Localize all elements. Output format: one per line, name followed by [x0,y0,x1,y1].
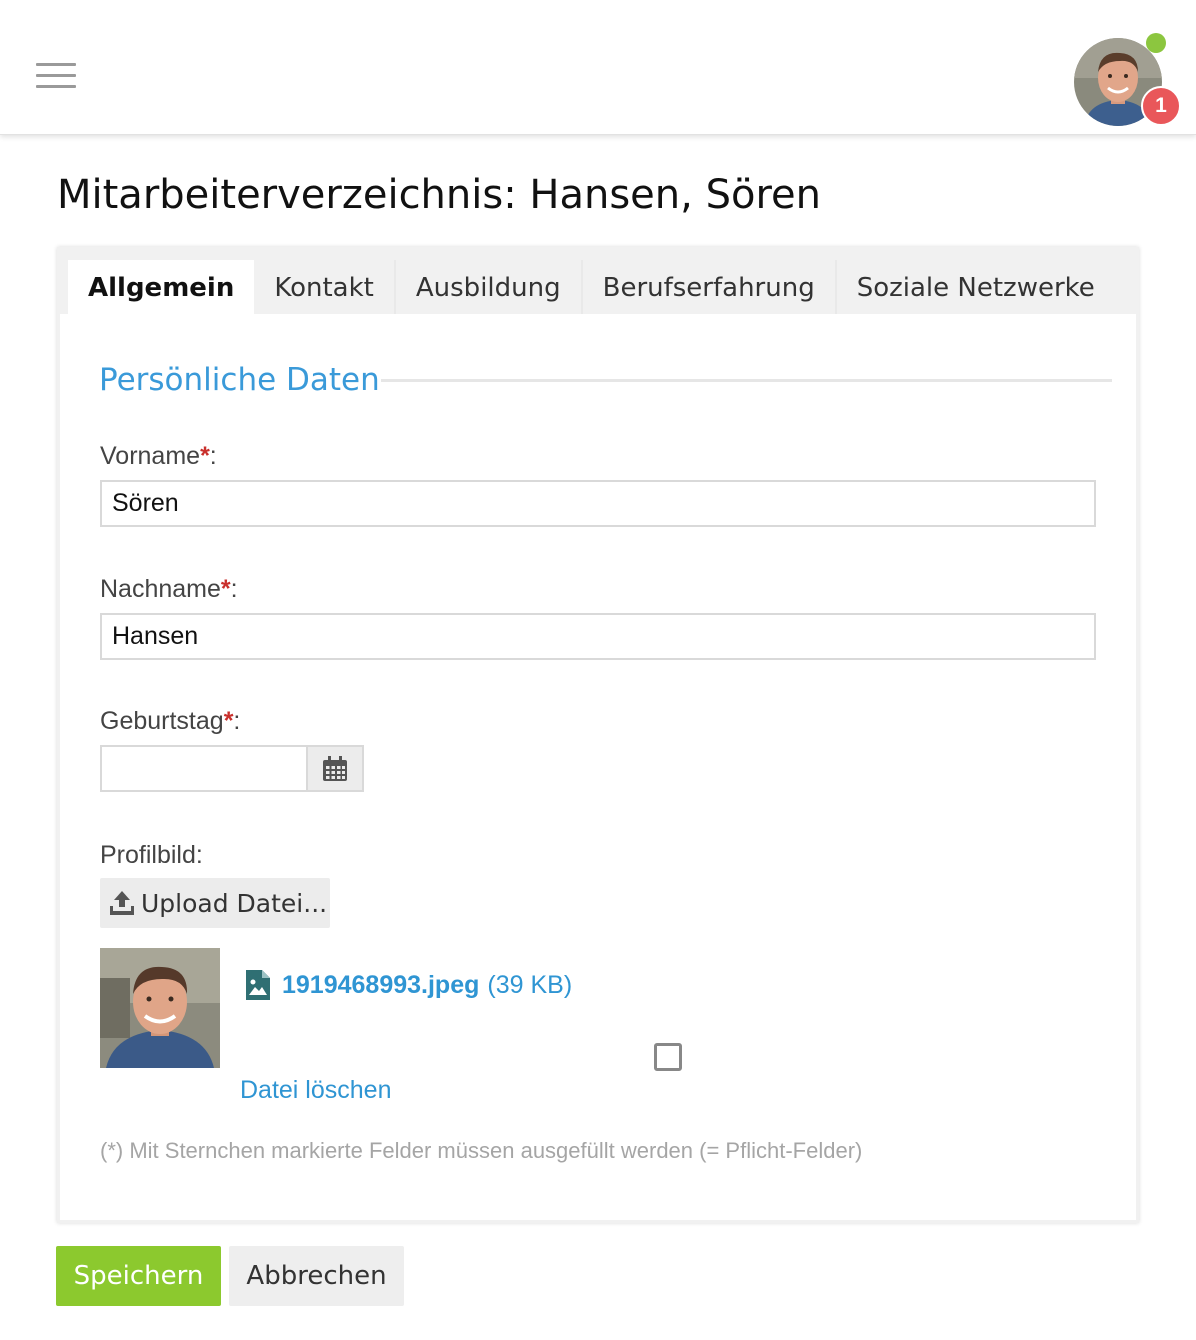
required-asterisk: * [220,575,231,603]
profile-image-label: Profilbild: [100,841,203,869]
file-size: (39 KB) [487,970,573,999]
profile-image-thumbnail [100,948,220,1068]
section-divider [381,379,1112,382]
tab-ausbildung[interactable]: Ausbildung [396,260,583,314]
save-button[interactable]: Speichern [56,1246,221,1306]
delete-file-checkbox[interactable] [654,1043,682,1071]
birthday-label: Geburtstag*: [100,707,241,735]
lastname-input[interactable]: Hansen [100,613,1096,660]
required-asterisk: * [223,707,234,735]
top-bar: 1 [0,0,1196,135]
required-fields-note: (*) Mit Sternchen markierte Felder müsse… [100,1138,863,1163]
firstname-label: Vorname*: [100,442,217,470]
birthday-input[interactable] [100,745,306,792]
section-title: Persönliche Daten [99,362,380,398]
upload-file-button[interactable]: Upload Datei... [100,878,330,928]
upload-file-label: Upload Datei... [141,888,328,918]
datepicker-button[interactable] [306,745,364,792]
tab-kontakt[interactable]: Kontakt [254,260,396,314]
upload-icon [110,891,134,915]
image-file-icon [246,970,270,1000]
hamburger-menu-icon[interactable] [36,63,76,89]
firstname-input[interactable]: Sören [100,480,1096,527]
page-title: Mitarbeiterverzeichnis: Hansen, Sören [57,172,821,218]
lastname-label: Nachname*: [100,575,238,603]
notification-badge[interactable]: 1 [1141,86,1181,126]
online-status-indicator [1146,33,1166,53]
calendar-icon [323,755,347,781]
tab-bar: Allgemein Kontakt Ausbildung Berufserfah… [68,260,1115,314]
uploaded-file-row: 1919468993.jpeg (39 KB) [246,970,572,1000]
tab-soziale-netzwerke[interactable]: Soziale Netzwerke [837,260,1115,314]
file-name-link[interactable]: 1919468993.jpeg [282,971,479,1000]
tab-berufserfahrung[interactable]: Berufserfahrung [583,260,837,314]
tab-content: Persönliche Daten Vorname*: Sören Nachna… [60,314,1136,1220]
cancel-button[interactable]: Abbrechen [229,1246,404,1306]
tab-allgemein[interactable]: Allgemein [68,260,255,314]
form-panel: Allgemein Kontakt Ausbildung Berufserfah… [57,247,1139,1223]
delete-file-label[interactable]: Datei löschen [240,1076,391,1105]
required-asterisk: * [200,442,210,470]
